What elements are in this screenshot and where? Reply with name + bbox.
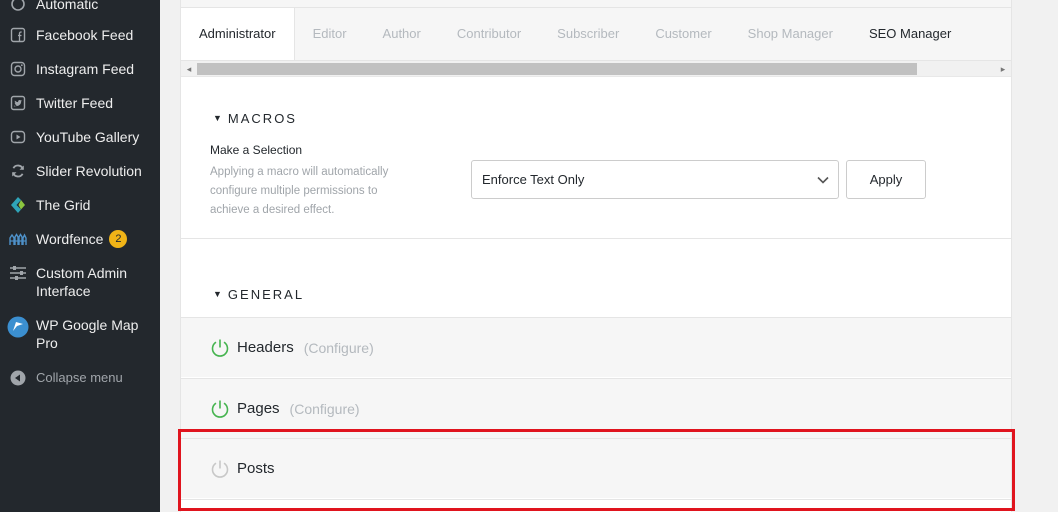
sidebar-item-label: Automatic xyxy=(36,0,99,12)
power-on-icon[interactable] xyxy=(210,338,230,358)
permission-row-pages[interactable]: Pages (Configure) xyxy=(181,378,1011,438)
caret-down-icon: ▼ xyxy=(213,113,222,123)
section-divider xyxy=(181,238,1011,239)
permissions-panel: Administrator Editor Author Contributor … xyxy=(180,0,1012,512)
sidebar-item-label: YouTube Gallery xyxy=(36,129,140,145)
collapse-menu-button[interactable]: Collapse menu xyxy=(0,369,160,387)
permission-name: Headers xyxy=(237,339,294,356)
sidebar-item-wordfence[interactable]: Wordfence 2 xyxy=(0,230,160,248)
configure-link[interactable]: (Configure) xyxy=(304,340,374,356)
chevron-down-icon xyxy=(816,161,830,198)
power-off-icon[interactable] xyxy=(210,459,230,479)
sidebar-item-youtube-gallery[interactable]: YouTube Gallery xyxy=(0,128,160,146)
tab-subscriber[interactable]: Subscriber xyxy=(539,8,637,60)
the-grid-icon xyxy=(9,196,27,214)
power-on-icon[interactable] xyxy=(210,399,230,419)
sidebar-item-label: Facebook Feed xyxy=(36,27,134,43)
automatic-icon xyxy=(9,0,27,13)
sidebar-item-instagram-feed[interactable]: Instagram Feed xyxy=(0,60,160,78)
general-title: GENERAL xyxy=(227,287,305,302)
tabs-scrollbar[interactable]: ◂ ▸ xyxy=(181,60,1011,76)
sidebar-item-automatic[interactable]: Automatic xyxy=(0,0,160,13)
permission-name: Posts xyxy=(237,460,275,477)
caret-down-icon: ▼ xyxy=(213,289,222,299)
tab-seo-manager[interactable]: SEO Manager xyxy=(851,8,969,60)
main-content: Administrator Editor Author Contributor … xyxy=(160,0,1058,512)
tab-contributor[interactable]: Contributor xyxy=(439,8,539,60)
sidebar-item-label: WP Google Map Pro xyxy=(36,317,139,351)
sidebar-item-label: Custom Admin Interface xyxy=(36,265,128,299)
permission-name: Pages xyxy=(237,400,280,417)
sidebar-item-slider-revolution[interactable]: Slider Revolution xyxy=(0,162,160,180)
map-pin-icon xyxy=(7,316,29,338)
sidebar-item-wp-google-map-pro[interactable]: WP Google Map Pro xyxy=(0,316,160,352)
sidebar-item-label: Twitter Feed xyxy=(36,95,114,111)
macros-title: MACROS xyxy=(227,111,297,126)
wordfence-icon xyxy=(9,230,27,248)
sidebar-item-label: Wordfence xyxy=(36,231,104,247)
tab-customer[interactable]: Customer xyxy=(637,8,729,60)
apply-button[interactable]: Apply xyxy=(846,160,926,199)
sliders-icon xyxy=(9,264,27,282)
tab-author[interactable]: Author xyxy=(365,8,439,60)
configure-link[interactable]: (Configure) xyxy=(290,401,360,417)
permission-row-posts[interactable]: Posts xyxy=(181,438,1011,498)
general-section-toggle[interactable]: ▼ GENERAL xyxy=(213,287,304,302)
role-tabs-bar: Administrator Editor Author Contributor … xyxy=(181,0,1011,77)
collapse-arrow-icon xyxy=(9,369,27,387)
notification-badge: 2 xyxy=(109,230,128,248)
facebook-icon xyxy=(9,26,27,44)
sidebar-item-twitter-feed[interactable]: Twitter Feed xyxy=(0,94,160,112)
instagram-icon xyxy=(9,60,27,78)
youtube-icon xyxy=(9,128,27,146)
make-selection-label: Make a Selection xyxy=(210,143,303,157)
sidebar-item-label: Instagram Feed xyxy=(36,61,135,77)
collapse-menu-label: Collapse menu xyxy=(36,370,123,385)
sidebar-item-the-grid[interactable]: The Grid xyxy=(0,196,160,214)
scroll-right-icon[interactable]: ▸ xyxy=(998,64,1008,74)
macro-select-value: Enforce Text Only xyxy=(482,172,585,187)
twitter-icon xyxy=(9,94,27,112)
tab-editor[interactable]: Editor xyxy=(295,8,365,60)
sidebar-item-custom-admin-interface[interactable]: Custom Admin Interface xyxy=(0,264,160,300)
sidebar-item-label: The Grid xyxy=(36,197,91,213)
refresh-icon xyxy=(9,162,27,180)
role-tabs: Administrator Editor Author Contributor … xyxy=(181,8,969,60)
tab-administrator[interactable]: Administrator xyxy=(181,8,295,60)
macro-select[interactable]: Enforce Text Only xyxy=(471,160,839,199)
permission-row-headers[interactable]: Headers (Configure) xyxy=(181,317,1011,377)
macro-description: Applying a macro will automatically conf… xyxy=(210,166,389,216)
scrollbar-thumb[interactable] xyxy=(197,63,917,75)
macros-section-toggle[interactable]: ▼ MACROS xyxy=(213,111,297,126)
admin-sidebar: Automatic Facebook Feed Instagram Feed T… xyxy=(0,0,160,512)
sidebar-item-label: Slider Revolution xyxy=(36,163,142,179)
row-divider xyxy=(181,499,1011,500)
tab-shop-manager[interactable]: Shop Manager xyxy=(730,8,851,60)
sidebar-item-facebook-feed[interactable]: Facebook Feed xyxy=(0,26,160,44)
scroll-left-icon[interactable]: ◂ xyxy=(184,64,194,74)
